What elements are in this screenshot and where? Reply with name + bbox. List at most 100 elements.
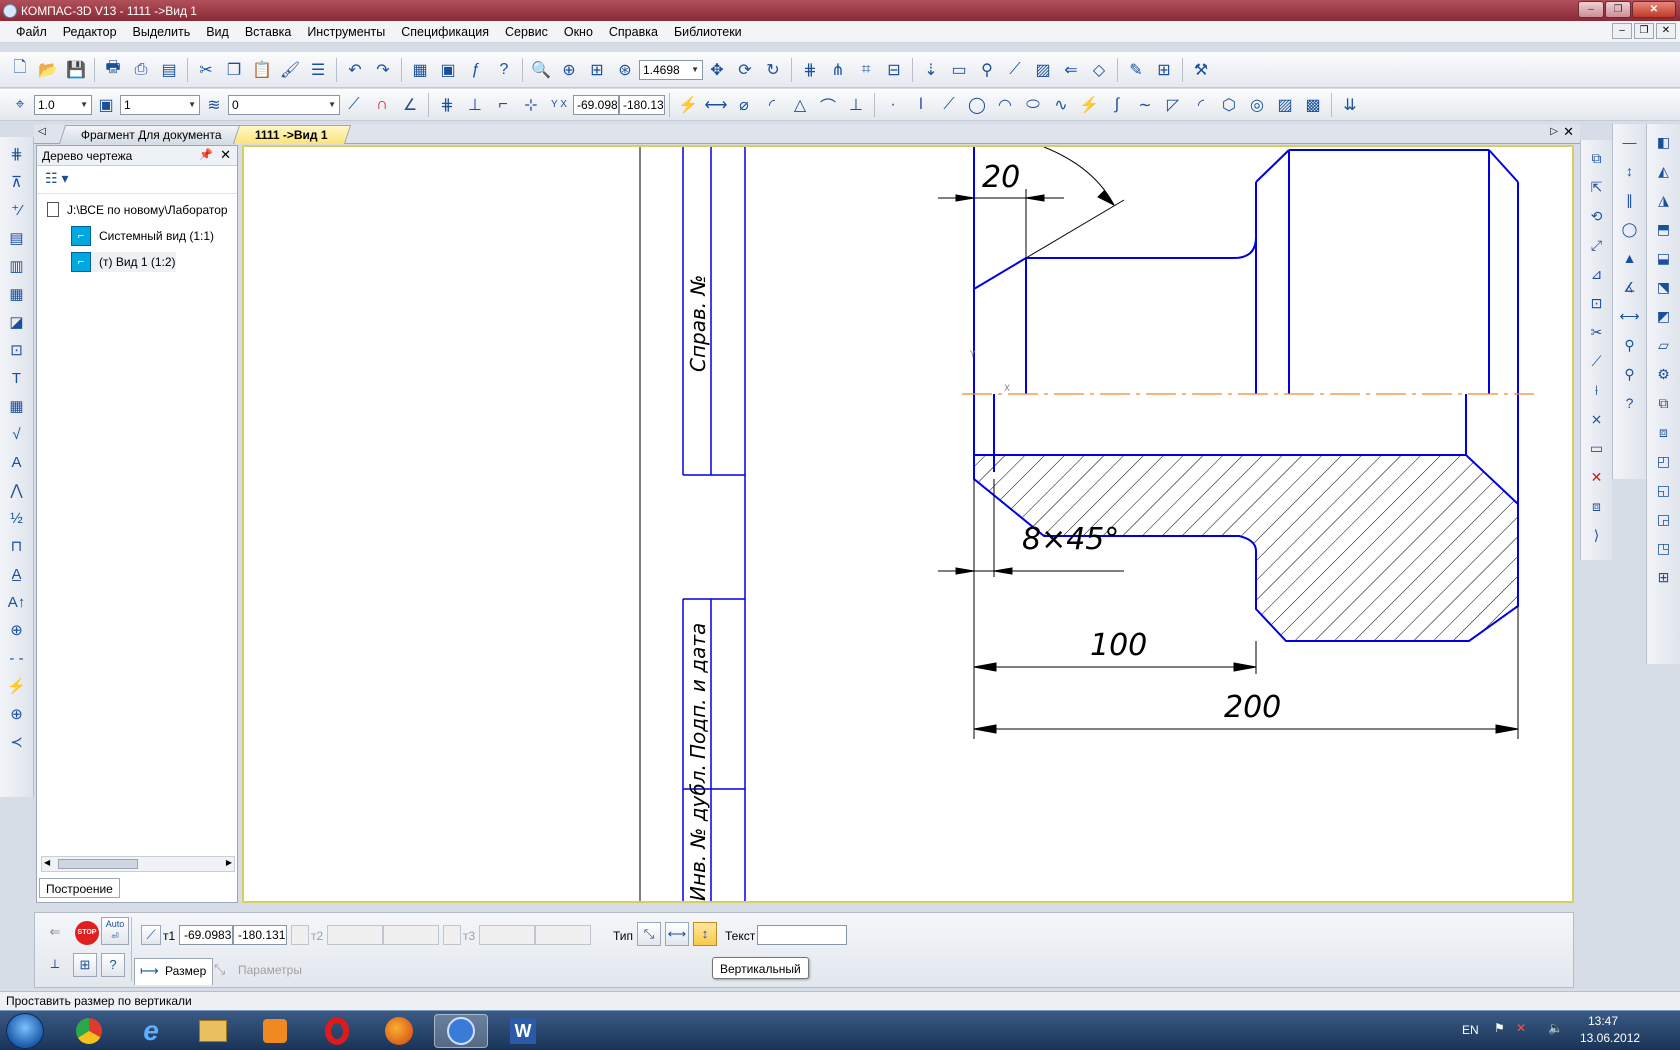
associative-views-icon[interactable]: ⊡ xyxy=(4,339,30,361)
snap-grid-icon[interactable]: ⋔ xyxy=(826,58,850,82)
section-icon[interactable]: A↑ xyxy=(4,591,30,613)
circle-icon[interactable]: ◯ xyxy=(965,93,989,117)
text-field[interactable] xyxy=(757,925,847,945)
menu-help[interactable]: Справка xyxy=(601,25,666,39)
message-icon[interactable]: ▭ xyxy=(947,58,971,82)
link-icon[interactable]: ⚲ xyxy=(1618,363,1642,385)
back-arrow-icon[interactable]: ⇐ xyxy=(1059,58,1083,82)
cut-icon[interactable]: ✂ xyxy=(194,58,218,82)
deform-icon[interactable]: ⊡ xyxy=(1585,292,1609,314)
symmetry-icon[interactable]: ⊿ xyxy=(1585,263,1609,285)
delete-icon[interactable]: ✕ xyxy=(1585,466,1609,488)
explode-icon[interactable]: ⧈ xyxy=(1585,495,1609,517)
word-icon[interactable]: W xyxy=(496,1014,550,1048)
edit-panel-icon[interactable]: ▤ xyxy=(4,227,30,249)
vertical-dimension-button[interactable]: ↕ xyxy=(693,922,717,946)
arrange-icon[interactable]: ⊞ xyxy=(1152,58,1176,82)
grid-toggle-icon[interactable]: ⋕ xyxy=(435,93,459,117)
stop-button[interactable]: STOP xyxy=(75,921,99,945)
extrude-icon[interactable]: ◧ xyxy=(1652,131,1676,153)
function-icon[interactable]: ƒ xyxy=(464,58,488,82)
back-arrow-icon[interactable]: ⇐ xyxy=(43,921,67,945)
menu-select[interactable]: Выделить xyxy=(125,25,199,39)
clear-region-icon[interactable]: ▭ xyxy=(1585,437,1609,459)
body-icon[interactable]: ◳ xyxy=(1652,537,1676,559)
fill-icon[interactable]: ▩ xyxy=(1301,93,1325,117)
rib-icon[interactable]: ◩ xyxy=(1652,305,1676,327)
tab-parameters[interactable]: ⤡ Параметры xyxy=(208,958,308,985)
linear-dimension-icon[interactable]: ⟷ xyxy=(704,93,728,117)
refresh-icon[interactable]: ⟳ xyxy=(733,58,757,82)
hole-icon[interactable]: ◲ xyxy=(1652,508,1676,530)
coord-x-field[interactable]: -69.098 xyxy=(573,94,619,115)
chrome-icon[interactable] xyxy=(62,1014,116,1048)
pin-dimension-icon[interactable]: ⚲ xyxy=(1618,334,1642,356)
explorer-icon[interactable] xyxy=(186,1014,240,1048)
snap-settings-icon[interactable]: ⊞ xyxy=(73,953,97,977)
t1-y-field[interactable]: -180.131 xyxy=(233,925,287,945)
angle-icon[interactable]: ∠ xyxy=(398,93,422,117)
minimize-button[interactable]: – xyxy=(1578,1,1604,18)
split-icon[interactable]: ⨯ xyxy=(1585,408,1609,430)
menu-specification[interactable]: Спецификация xyxy=(393,25,497,39)
help-icon[interactable]: ? xyxy=(101,953,125,977)
gear-icon[interactable]: ⚙ xyxy=(1652,363,1676,385)
arc-dimension-icon[interactable]: ⌒ xyxy=(816,93,840,117)
axis-line-icon[interactable]: - - xyxy=(4,647,30,669)
mirror-icon[interactable]: ⧈ xyxy=(1652,421,1676,443)
base-icon[interactable]: A xyxy=(4,451,30,473)
open-folder-icon[interactable]: 📂 xyxy=(36,58,60,82)
print-icon[interactable]: 🖶 xyxy=(101,58,125,82)
rotate-icon[interactable]: ⟲ xyxy=(1585,205,1609,227)
scroll-left-icon[interactable]: ◀ xyxy=(44,858,50,867)
restore-button[interactable]: ❐ xyxy=(1605,1,1631,18)
tab-construction[interactable]: Построение xyxy=(39,878,120,898)
vertical-icon[interactable]: ↕ xyxy=(1618,160,1642,182)
paste-icon[interactable]: 📋 xyxy=(250,58,274,82)
assembly-icon[interactable]: ⊞ xyxy=(1652,566,1676,588)
menu-view[interactable]: Вид xyxy=(198,25,237,39)
fillet-3d-icon[interactable]: ◰ xyxy=(1652,450,1676,472)
move-icon[interactable]: ⇱ xyxy=(1585,176,1609,198)
measurements-icon[interactable]: ▦ xyxy=(4,283,30,305)
variables-icon[interactable]: ▣ xyxy=(436,58,460,82)
radius-dimension-icon[interactable]: ◜ xyxy=(760,93,784,117)
transform-icon[interactable]: ⟩ xyxy=(1585,524,1609,546)
ortho-mode-icon[interactable]: ⌐ xyxy=(491,93,515,117)
redraw-icon[interactable]: ↻ xyxy=(761,58,785,82)
help-pointer-icon[interactable]: ? xyxy=(492,58,516,82)
properties-icon[interactable]: ☰ xyxy=(306,58,330,82)
menu-editor[interactable]: Редактор xyxy=(55,25,125,39)
format-painter-icon[interactable]: 🖌 xyxy=(278,58,302,82)
style-icon[interactable]: ⟋ xyxy=(1003,58,1027,82)
menu-service[interactable]: Сервис xyxy=(497,25,556,39)
language-indicator[interactable]: EN xyxy=(1462,1023,1479,1037)
table-icon[interactable]: ▦ xyxy=(4,395,30,417)
hatch-tool-icon[interactable]: ▨ xyxy=(1273,93,1297,117)
menu-tools[interactable]: Инструменты xyxy=(299,25,393,39)
fix-point-icon[interactable]: ▲ xyxy=(1618,247,1642,269)
angle-dimension-icon[interactable]: △ xyxy=(788,93,812,117)
help-icon[interactable]: ? xyxy=(1618,392,1642,414)
position-icon[interactable]: ½ xyxy=(4,507,30,529)
auto-create-button[interactable]: Auto ⏎ xyxy=(101,917,129,945)
horizontal-scrollbar[interactable]: ◀ ▶ xyxy=(41,856,235,872)
loft-icon[interactable]: ◮ xyxy=(1652,189,1676,211)
clock-time[interactable]: 13:47 xyxy=(1588,1014,1618,1028)
macro-icon[interactable]: ⇊ xyxy=(1338,93,1362,117)
array-icon[interactable]: ⧉ xyxy=(1652,392,1676,414)
tangent-icon[interactable]: ◯ xyxy=(1618,218,1642,240)
scale-icon[interactable]: ⤢ xyxy=(1585,234,1609,256)
round-icon[interactable]: ⊹ xyxy=(519,93,543,117)
horizontal-icon[interactable]: — xyxy=(1618,131,1642,153)
bezier-icon[interactable]: ∫ xyxy=(1105,93,1129,117)
redo-icon[interactable]: ↷ xyxy=(371,58,395,82)
network-icon[interactable]: ✕ xyxy=(1516,1021,1526,1035)
print-preview-icon[interactable]: ⎙ xyxy=(129,58,153,82)
menu-libraries[interactable]: Библиотеки xyxy=(666,25,750,39)
tools-icon[interactable]: ⚒ xyxy=(1189,58,1213,82)
hatch-icon[interactable]: ▨ xyxy=(1031,58,1055,82)
pin-icon[interactable]: 📌 xyxy=(199,148,213,161)
media-player-icon[interactable] xyxy=(248,1014,302,1048)
shell-icon[interactable]: ⬓ xyxy=(1652,247,1676,269)
